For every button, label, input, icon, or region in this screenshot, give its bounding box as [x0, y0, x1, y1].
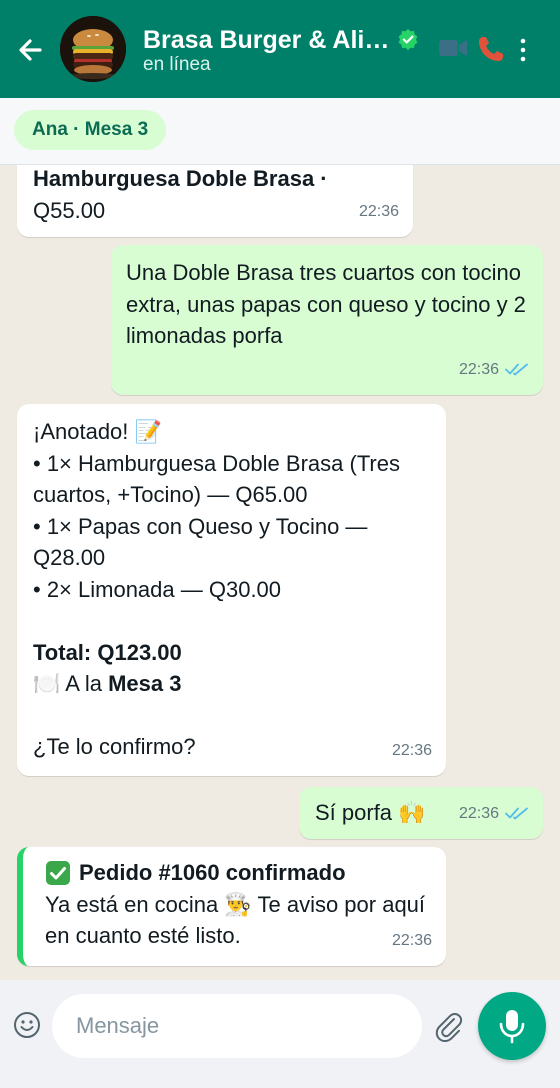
message-text: Ya está en cocina 👨‍🍳 Te aviso por aquí …	[45, 891, 426, 949]
burger-avatar-image	[60, 16, 126, 82]
message-time: 22:36	[458, 804, 499, 822]
outgoing-message[interactable]: Sí porfa 🙌 22:36	[299, 787, 543, 839]
message-time: 22:36	[358, 202, 399, 220]
emoji-icon[interactable]	[12, 1010, 42, 1040]
order-item: • 1× Hamburguesa Doble Brasa (Tres cuart…	[33, 450, 400, 508]
chat-header: Brasa Burger & Ali… en línea	[0, 0, 560, 98]
confirm-question: ¿Te lo confirmo?	[33, 734, 196, 759]
message-input[interactable]	[52, 994, 422, 1058]
message-time: 22:36	[391, 741, 432, 759]
read-ticks-icon	[505, 807, 528, 820]
message-text: Q55.00	[33, 197, 106, 223]
incoming-message[interactable]: Hamburguesa Doble Brasa · Q55.00 22:36	[17, 165, 413, 237]
confirmation-header: Pedido #1060 confirmado	[45, 857, 431, 889]
check-mark-icon	[46, 860, 70, 885]
message-composer	[0, 980, 560, 1088]
order-summary-message[interactable]: ¡Anotado! 📝 • 1× Hamburguesa Doble Brasa…	[17, 404, 446, 776]
message-meta: 22:36	[392, 925, 432, 957]
message-meta: 22:36	[459, 798, 529, 830]
message-list[interactable]: Hamburguesa Doble Brasa · Q55.00 22:36 U…	[0, 165, 560, 980]
order-item: • 1× Papas con Queso y Tocino — Q28.00	[33, 513, 368, 571]
message-meta: 22:36	[459, 354, 529, 386]
back-arrow-icon[interactable]	[14, 30, 48, 70]
message-text: Una Doble Brasa tres cuartos con tocino …	[126, 260, 526, 348]
table-chip[interactable]: Ana · Mesa 3	[14, 110, 167, 150]
chat-status: en línea	[143, 54, 211, 75]
verified-badge-icon	[398, 29, 418, 50]
message-meta: 22:36	[359, 196, 399, 228]
message-time: 22:36	[391, 931, 432, 949]
chat-title[interactable]: Brasa Burger & Ali…	[143, 26, 393, 55]
microphone-icon	[499, 1010, 525, 1044]
order-table: 🍽️ A la Mesa 3	[33, 668, 431, 700]
voice-message-button[interactable]	[478, 992, 546, 1060]
phone-call-icon[interactable]	[476, 34, 506, 64]
order-item: • 2× Limonada — Q30.00	[33, 576, 282, 602]
message-meta: 22:36	[392, 735, 432, 767]
attach-icon[interactable]	[432, 1010, 466, 1044]
confirmation-title: Pedido #1060 confirmado	[79, 860, 346, 885]
message-text: Hamburguesa Doble Brasa ·	[33, 166, 328, 191]
outgoing-message[interactable]: Una Doble Brasa tres cuartos con tocino …	[111, 245, 543, 395]
contact-avatar[interactable]	[60, 16, 126, 82]
order-total: Total: Q123.00	[33, 639, 182, 665]
order-confirmed-message[interactable]: Pedido #1060 confirmado Ya está en cocin…	[17, 847, 446, 966]
table-chip-bar: Ana · Mesa 3	[0, 98, 560, 165]
order-table-prefix: 🍽️ A la	[33, 671, 109, 696]
message-time: 22:36	[458, 360, 499, 378]
more-options-icon[interactable]	[516, 36, 530, 64]
order-table-name: Mesa 3	[108, 671, 182, 696]
read-ticks-icon	[505, 363, 528, 376]
video-call-icon[interactable]	[437, 34, 469, 62]
message-heading: ¡Anotado! 📝	[33, 419, 162, 444]
chat-screen: Brasa Burger & Ali… en línea Ana · Mesa …	[0, 0, 560, 1088]
